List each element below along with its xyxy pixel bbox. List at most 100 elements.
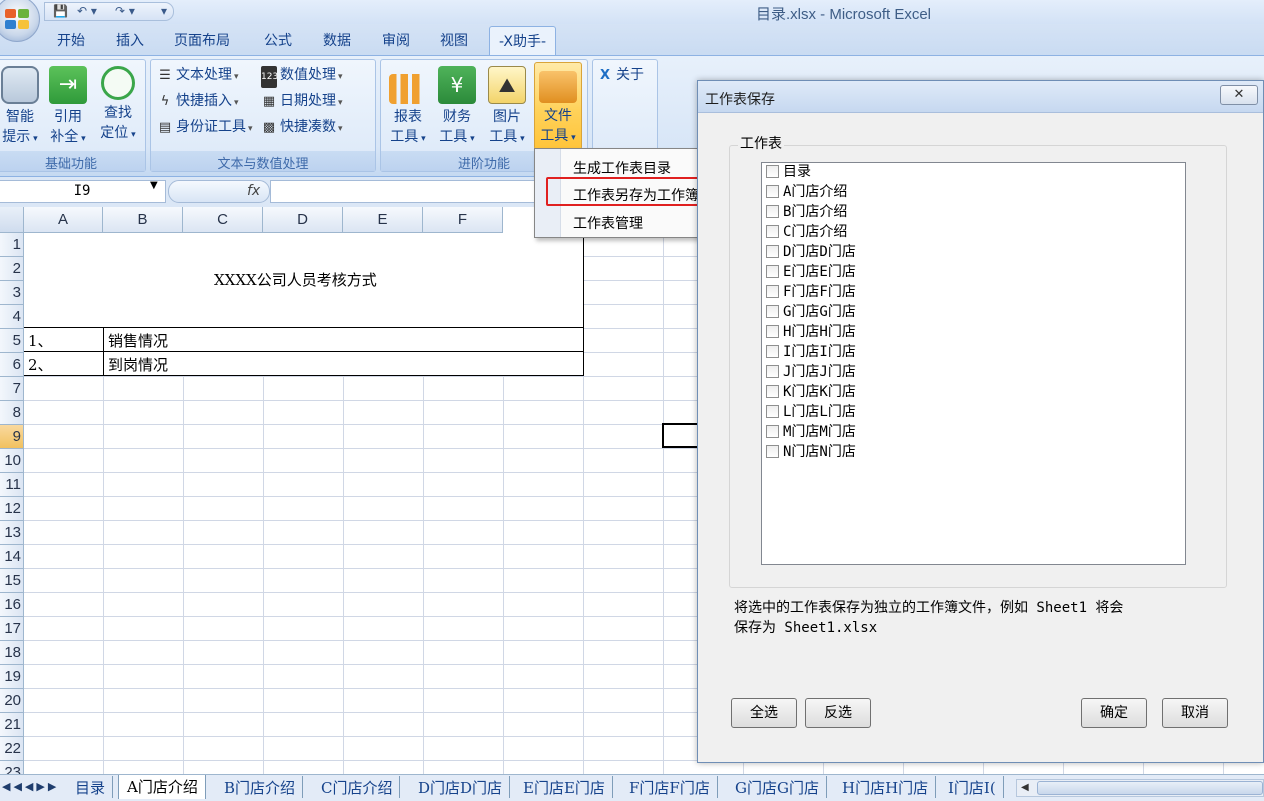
checkbox[interactable] bbox=[766, 225, 779, 238]
sheet-tab[interactable]: D门店D门店 bbox=[410, 776, 511, 798]
sheet-tab[interactable]: B门店介绍 bbox=[216, 776, 304, 798]
column-header[interactable]: C bbox=[183, 207, 263, 233]
row-header[interactable]: 13 bbox=[0, 521, 24, 545]
sheet-tab[interactable]: C门店介绍 bbox=[313, 776, 401, 798]
column-header[interactable]: A bbox=[24, 207, 103, 233]
select-all-corner[interactable] bbox=[0, 207, 24, 233]
item-text-cell[interactable]: 到岗情况 bbox=[108, 354, 168, 375]
tab-page-layout[interactable]: 页面布局 bbox=[174, 30, 230, 50]
checkbox[interactable] bbox=[766, 245, 779, 258]
checkbox[interactable] bbox=[766, 405, 779, 418]
picture-tool-button[interactable]: ⛰ 图片 工具 ▾ bbox=[484, 62, 530, 150]
customize-qat-icon[interactable]: ▾ bbox=[161, 4, 167, 18]
row-header[interactable]: 14 bbox=[0, 545, 24, 569]
report-tool-button[interactable]: 报表 工具 ▾ bbox=[385, 62, 431, 150]
row-header[interactable]: 10 bbox=[0, 449, 24, 473]
sheet-nav-arrows-icon[interactable]: ◀◀◀▶▶ bbox=[2, 780, 59, 793]
tab-formulas[interactable]: 公式 bbox=[264, 30, 292, 50]
sheet-list-item[interactable]: K门店K门店 bbox=[766, 383, 856, 402]
number-process-button[interactable]: 123 数值处理 ▾ bbox=[261, 64, 343, 88]
tab-x-helper[interactable]: -X助手- bbox=[489, 26, 556, 56]
invert-selection-button[interactable]: 反选 bbox=[805, 698, 871, 728]
row-header[interactable]: 3 bbox=[0, 281, 24, 305]
item-number-cell[interactable]: 2、 bbox=[28, 354, 53, 375]
redo-icon[interactable]: ↷ ▾ bbox=[115, 4, 135, 18]
row-header[interactable]: 12 bbox=[0, 497, 24, 521]
checkbox[interactable] bbox=[766, 385, 779, 398]
checkbox[interactable] bbox=[766, 345, 779, 358]
row-header[interactable]: 1 bbox=[0, 233, 24, 257]
about-button[interactable]: X 关于 bbox=[597, 64, 644, 86]
row-header[interactable]: 7 bbox=[0, 377, 24, 401]
sheet-list-item[interactable]: N门店N门店 bbox=[766, 443, 856, 462]
checkbox[interactable] bbox=[766, 265, 779, 278]
row-header[interactable]: 22 bbox=[0, 737, 24, 761]
ok-button[interactable]: 确定 bbox=[1081, 698, 1147, 728]
sheet-list-item[interactable]: L门店L门店 bbox=[766, 403, 856, 422]
sheet-title-cell[interactable]: XXXX公司人员考核方式 bbox=[214, 269, 377, 290]
quick-insert-button[interactable]: ϟ 快捷插入 ▾ bbox=[157, 90, 239, 112]
sheet-list-item[interactable]: F门店F门店 bbox=[766, 283, 856, 302]
select-all-button[interactable]: 全选 bbox=[731, 698, 797, 728]
row-header[interactable]: 6 bbox=[0, 353, 24, 377]
sheet-tab[interactable]: G门店G门店 bbox=[727, 776, 827, 798]
tab-data[interactable]: 数据 bbox=[323, 30, 351, 50]
sheet-list-item[interactable]: M门店M门店 bbox=[766, 423, 856, 442]
item-text-cell[interactable]: 销售情况 bbox=[108, 330, 168, 351]
sheet-tab[interactable]: F门店F门店 bbox=[621, 776, 718, 798]
sheet-list-item[interactable]: C门店介绍 bbox=[766, 223, 847, 242]
sheet-tab[interactable]: I门店I( bbox=[940, 776, 1004, 798]
row-header[interactable]: 16 bbox=[0, 593, 24, 617]
sheet-tab[interactable]: E门店E门店 bbox=[515, 776, 613, 798]
row-header[interactable]: 5 bbox=[0, 329, 24, 353]
sheet-tab[interactable]: 目录 bbox=[67, 776, 114, 798]
row-header[interactable]: 17 bbox=[0, 617, 24, 641]
checkbox[interactable] bbox=[766, 205, 779, 218]
sheet-tab[interactable]: H门店H门店 bbox=[834, 776, 937, 798]
tab-insert[interactable]: 插入 bbox=[116, 30, 144, 50]
row-header[interactable]: 21 bbox=[0, 713, 24, 737]
undo-icon[interactable]: ↶ ▾ bbox=[77, 4, 97, 18]
checkbox[interactable] bbox=[766, 185, 779, 198]
sheet-list-item[interactable]: J门店J门店 bbox=[766, 363, 856, 382]
id-card-tool-button[interactable]: ▤ 身份证工具 ▾ bbox=[157, 116, 253, 138]
active-cell[interactable] bbox=[662, 423, 702, 448]
row-header[interactable]: 18 bbox=[0, 641, 24, 665]
sheet-list-item[interactable]: G门店G门店 bbox=[766, 303, 856, 322]
row-header[interactable]: 11 bbox=[0, 473, 24, 497]
row-header[interactable]: 15 bbox=[0, 569, 24, 593]
text-process-button[interactable]: ☰ 文本处理 ▾ bbox=[157, 64, 238, 86]
date-process-button[interactable]: ▦ 日期处理 ▾ bbox=[261, 90, 343, 112]
tab-home[interactable]: 开始 bbox=[57, 30, 85, 50]
save-icon[interactable]: 💾 bbox=[53, 4, 68, 18]
row-header[interactable]: 9 bbox=[0, 425, 24, 449]
sheet-list-item[interactable]: E门店E门店 bbox=[766, 263, 856, 282]
scroll-thumb[interactable] bbox=[1037, 781, 1263, 795]
name-box-dropdown-icon[interactable]: ▼ bbox=[150, 180, 158, 191]
sheet-list-item[interactable]: 目录 bbox=[766, 163, 811, 182]
sheet-listbox[interactable]: 目录 A门店介绍 B门店介绍 C门店介绍 D门店D门店 E门店E门店 F门店F门店 G门店G门… bbox=[761, 162, 1186, 565]
menu-item-generate-toc[interactable]: 生成工作表目录 bbox=[573, 158, 671, 178]
insert-function-button[interactable]: fx bbox=[168, 180, 270, 203]
sheet-list-item[interactable]: B门店介绍 bbox=[766, 203, 847, 222]
scroll-left-icon[interactable]: ◀ bbox=[1021, 782, 1029, 793]
checkbox[interactable] bbox=[766, 365, 779, 378]
tab-review[interactable]: 审阅 bbox=[382, 30, 410, 50]
cancel-button[interactable]: 取消 bbox=[1162, 698, 1228, 728]
tab-view[interactable]: 视图 bbox=[440, 30, 468, 50]
column-header[interactable]: F bbox=[423, 207, 503, 233]
row-header[interactable]: 19 bbox=[0, 665, 24, 689]
column-header[interactable]: D bbox=[263, 207, 343, 233]
checkbox[interactable] bbox=[766, 325, 779, 338]
row-header[interactable]: 8 bbox=[0, 401, 24, 425]
checkbox[interactable] bbox=[766, 445, 779, 458]
sheet-list-item[interactable]: I门店I门店 bbox=[766, 343, 856, 362]
column-header[interactable]: B bbox=[103, 207, 183, 233]
sheet-list-item[interactable]: H门店H门店 bbox=[766, 323, 856, 342]
checkbox[interactable] bbox=[766, 305, 779, 318]
checkbox[interactable] bbox=[766, 425, 779, 438]
finance-tool-button[interactable]: ¥ 财务 工具 ▾ bbox=[434, 62, 480, 150]
row-header[interactable]: 4 bbox=[0, 305, 24, 329]
file-tool-button[interactable]: 文件 工具 ▾ bbox=[534, 62, 582, 150]
item-number-cell[interactable]: 1、 bbox=[28, 330, 53, 351]
